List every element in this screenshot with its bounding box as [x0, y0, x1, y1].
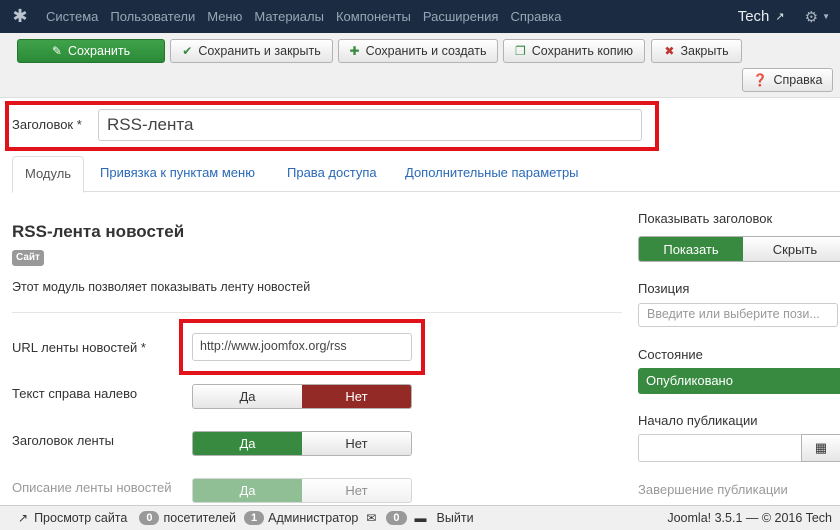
module-description: Этот модуль позволяет показывать ленту н… [12, 280, 311, 294]
tab-permissions[interactable]: Права доступа [275, 156, 389, 192]
save-close-button[interactable]: ✔ Сохранить и закрыть [170, 39, 333, 63]
publish-start-label: Начало публикации [638, 413, 758, 428]
main-menu: Система Пользователи Меню Материалы Комп… [40, 0, 567, 33]
url-input[interactable]: http://www.joomfox.org/rss [192, 333, 412, 361]
position-label: Позиция [638, 281, 690, 296]
calendar-icon[interactable]: ▦ [801, 434, 840, 462]
tab-bar: Модуль Привязка к пунктам меню Права дос… [12, 156, 840, 193]
edit-icon: ✎ [51, 44, 62, 58]
view-site-link[interactable]: Просмотр сайта [34, 511, 127, 525]
feed-description-label: Описание ленты новостей [12, 480, 172, 495]
external-link-icon: ↗ [18, 511, 29, 525]
module-title: RSS-лента новостей [12, 222, 185, 241]
divider [12, 312, 622, 313]
menu-item-content[interactable]: Материалы [248, 0, 330, 33]
title-input[interactable]: RSS-лента [98, 109, 642, 141]
feed-title-no-option[interactable]: Нет [302, 432, 411, 455]
show-title-label: Показывать заголовок [638, 211, 773, 226]
help-label: Справка [773, 73, 823, 87]
hide-option[interactable]: Скрыть [743, 237, 840, 261]
admins-count-badge: 1 [244, 511, 265, 525]
show-title-toggle: Показать Скрыть [638, 236, 840, 262]
joomla-logo-icon[interactable]: ✱ [0, 0, 40, 33]
site-badge: Сайт [12, 250, 44, 266]
tab-advanced[interactable]: Дополнительные параметры [393, 156, 591, 192]
status-select[interactable]: Опубликовано [638, 368, 840, 394]
menu-item-users[interactable]: Пользователи [104, 0, 201, 33]
visitors-label: посетителей [163, 511, 237, 525]
copy-icon: ❐ [514, 44, 526, 58]
status-label: Состояние [638, 347, 703, 362]
external-link-icon[interactable]: ↗ [775, 10, 784, 23]
status-bar: ↗ Просмотр сайта 0 посетителей 1 Админис… [0, 505, 840, 530]
publish-start-input[interactable] [638, 434, 802, 462]
menu-item-menus[interactable]: Меню [201, 0, 248, 33]
site-name-link[interactable]: Tech [738, 8, 776, 25]
feed-title-toggle: Да Нет [192, 431, 412, 456]
envelope-icon[interactable]: ✉ [366, 511, 376, 525]
question-icon: ❓ [752, 73, 768, 87]
admins-label: Администратор [268, 511, 359, 525]
cancel-icon: ✖ [664, 44, 675, 58]
help-button[interactable]: ❓ Справка [742, 68, 833, 92]
url-label: URL ленты новостей * [12, 340, 146, 355]
show-option[interactable]: Показать [639, 237, 743, 261]
logout-link[interactable]: Выйти [437, 511, 474, 525]
title-label: Заголовок * [12, 117, 82, 132]
minus-icon: ▬ [414, 511, 427, 525]
version-text: Joomla! 3.5.1 — © 2016 Tech [667, 511, 832, 525]
save-copy-label: Сохранить копию [531, 44, 634, 58]
menu-item-help[interactable]: Справка [504, 0, 567, 33]
save-button[interactable]: ✎ Сохранить [17, 39, 165, 63]
toolbar: ✎ Сохранить ✔ Сохранить и закрыть ✚ Сохр… [0, 33, 840, 98]
chevron-down-icon[interactable]: ▼ [822, 12, 830, 21]
feed-description-no-option[interactable]: Нет [302, 479, 411, 502]
save-copy-button[interactable]: ❐ Сохранить копию [503, 39, 645, 63]
feed-title-label: Заголовок ленты [12, 433, 115, 448]
feed-title-yes-option[interactable]: Да [193, 432, 302, 455]
messages-count-badge: 0 [386, 511, 407, 525]
position-select[interactable]: Введите или выберите пози... [638, 303, 838, 327]
save-button-label: Сохранить [67, 44, 131, 58]
gear-icon[interactable]: ⚙ [805, 8, 818, 26]
close-button[interactable]: ✖ Закрыть [651, 39, 742, 63]
plus-icon: ✚ [349, 44, 360, 58]
top-navbar: ✱ Система Пользователи Меню Материалы Ко… [0, 0, 840, 33]
feed-description-toggle: Да Нет [192, 478, 412, 503]
menu-item-components[interactable]: Компоненты [330, 0, 417, 33]
rtl-label: Текст справа налево [12, 386, 138, 401]
visitors-count-badge: 0 [139, 511, 160, 525]
save-new-button[interactable]: ✚ Сохранить и создать [338, 39, 498, 63]
close-label: Закрыть [680, 44, 729, 58]
tab-menu-assignment[interactable]: Привязка к пунктам меню [88, 156, 267, 192]
feed-description-yes-option[interactable]: Да [193, 479, 302, 502]
rtl-no-option[interactable]: Нет [302, 385, 411, 408]
save-close-label: Сохранить и закрыть [198, 44, 321, 58]
menu-item-system[interactable]: Система [40, 0, 104, 33]
save-new-label: Сохранить и создать [365, 44, 487, 58]
menu-item-extensions[interactable]: Расширения [417, 0, 505, 33]
check-icon: ✔ [182, 44, 193, 58]
rtl-toggle: Да Нет [192, 384, 412, 409]
publish-end-label: Завершение публикации [638, 482, 788, 497]
rtl-yes-option[interactable]: Да [193, 385, 302, 408]
tab-module[interactable]: Модуль [12, 156, 85, 193]
